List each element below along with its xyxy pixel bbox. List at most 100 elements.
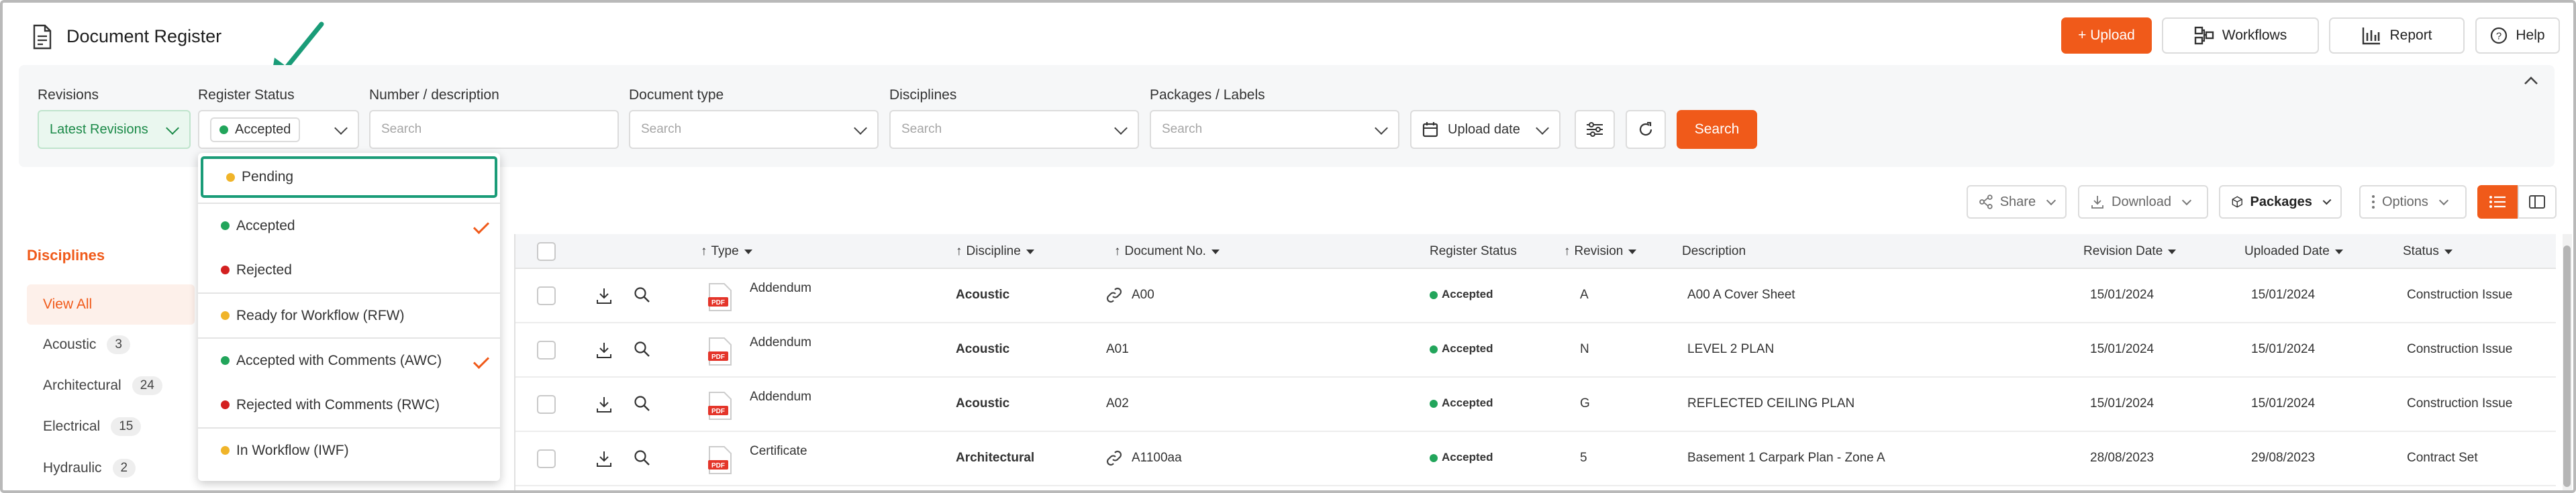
sidebar-title: Disciplines: [27, 247, 105, 264]
column-header-description[interactable]: Description: [1682, 234, 1746, 269]
status-chip-label: Accepted: [235, 121, 291, 137]
status-badge: Accepted: [1430, 451, 1493, 464]
collapse-chevron-icon[interactable]: [2523, 75, 2539, 86]
link-icon: [1106, 287, 1122, 303]
status-option-rwc[interactable]: Rejected with Comments (RWC): [198, 382, 500, 427]
more-vertical-icon: [2372, 195, 2375, 209]
scrollbar-thumb[interactable]: [2563, 245, 2571, 487]
report-button[interactable]: Report: [2329, 17, 2465, 54]
search-icon[interactable]: [634, 286, 651, 304]
pdf-file-icon: PDF: [708, 337, 732, 366]
status-option-pending[interactable]: Pending: [201, 156, 497, 198]
checkmark-icon: [473, 352, 490, 370]
list-icon: [2489, 196, 2506, 208]
search-button[interactable]: Search: [1677, 110, 1757, 149]
column-header-register-status[interactable]: Register Status: [1430, 234, 1517, 269]
column-header-revision[interactable]: ↑ Revision: [1564, 234, 1637, 269]
workflows-button[interactable]: Workflows: [2162, 17, 2319, 54]
revisions-value: Latest Revisions: [50, 121, 148, 137]
accepted-dot-icon: [1430, 345, 1438, 353]
row-checkbox[interactable]: [537, 286, 556, 305]
packages-button[interactable]: Packages: [2219, 185, 2342, 219]
sidebar-item-architectural[interactable]: Architectural 24: [27, 366, 195, 406]
checkmark-icon: [473, 217, 490, 235]
document-icon: [33, 24, 52, 50]
upload-button[interactable]: + Upload: [2061, 17, 2152, 54]
row-checkbox[interactable]: [537, 341, 556, 360]
page-title: Document Register: [66, 26, 222, 46]
help-label: Help: [2516, 28, 2545, 43]
pdf-file-icon: PDF: [708, 283, 732, 311]
column-header-revision-date[interactable]: Revision Date: [2083, 234, 2177, 269]
column-header-uploaded-date[interactable]: Uploaded Date: [2244, 234, 2343, 269]
number-description-input[interactable]: Search: [369, 110, 619, 149]
upload-date-select[interactable]: Upload date: [1410, 110, 1561, 149]
caret-down-icon: [744, 249, 752, 254]
help-button[interactable]: ? Help: [2475, 17, 2560, 54]
upload-date-label: Upload date: [1448, 121, 1520, 137]
revisions-select[interactable]: Latest Revisions: [38, 110, 191, 149]
pdf-file-icon: PDF: [708, 392, 732, 420]
accepted-dot-icon: [1430, 453, 1438, 462]
number-description-label: Number / description: [369, 87, 499, 103]
column-header-document-no[interactable]: ↑ Document No.: [1114, 234, 1220, 269]
column-header-type[interactable]: ↑ Type: [701, 234, 752, 269]
table-row[interactable]: PDF Addendum Acoustic A01 Accepted N LEV…: [515, 323, 2556, 378]
document-type-select[interactable]: Search: [629, 110, 879, 149]
workflow-icon: [2194, 26, 2214, 45]
svg-text:PDF: PDF: [711, 462, 725, 470]
reset-filters-button[interactable]: [1626, 110, 1666, 149]
sidebar-item-acoustic[interactable]: Acoustic 3: [27, 325, 195, 365]
svg-text:?: ?: [2496, 31, 2501, 42]
register-status-label: Register Status: [198, 87, 295, 103]
count-badge: 24: [132, 376, 162, 395]
split-view-toggle[interactable]: [2518, 185, 2557, 219]
pending-dot-icon: [226, 172, 235, 182]
search-icon[interactable]: [634, 449, 651, 467]
search-icon[interactable]: [634, 341, 651, 358]
download-icon[interactable]: [595, 286, 613, 305]
list-view-toggle[interactable]: [2477, 185, 2518, 219]
sort-arrow-icon: ↑: [1564, 244, 1571, 258]
status-badge: Accepted: [1430, 342, 1493, 355]
sidebar-item-electrical[interactable]: Electrical 15: [27, 406, 195, 447]
status-option-accepted[interactable]: Accepted: [198, 203, 500, 248]
status-badge: Accepted: [1430, 288, 1493, 301]
table-row[interactable]: PDF Addendum Acoustic A02 Accepted G REF…: [515, 378, 2556, 432]
table-row[interactable]: PDF Addendum Acoustic A00 Accepted A A00…: [515, 269, 2556, 323]
sidebar-item-hydraulic[interactable]: Hydraulic 2: [27, 448, 195, 488]
download-icon[interactable]: [595, 395, 613, 414]
select-all-checkbox[interactable]: [537, 242, 556, 261]
column-header-discipline[interactable]: ↑ Discipline: [956, 234, 1034, 269]
share-button[interactable]: Share: [1967, 185, 2067, 219]
status-option-rfw[interactable]: Ready for Workflow (RFW): [198, 292, 500, 337]
revisions-label: Revisions: [38, 87, 99, 103]
search-icon[interactable]: [634, 395, 651, 413]
disciplines-select[interactable]: Search: [889, 110, 1139, 149]
chevron-down-icon: [1375, 121, 1388, 135]
caret-down-icon: [2444, 249, 2453, 254]
count-badge: 3: [107, 335, 130, 354]
rejected-dot-icon: [221, 266, 230, 274]
download-icon[interactable]: [595, 449, 613, 468]
packages-labels-select[interactable]: Search: [1150, 110, 1399, 149]
download-button[interactable]: Download: [2078, 185, 2208, 219]
filter-settings-button[interactable]: [1575, 110, 1615, 149]
status-option-iwf[interactable]: In Workflow (IWF): [198, 427, 500, 472]
row-checkbox[interactable]: [537, 449, 556, 468]
calendar-icon: [1422, 122, 1438, 138]
share-label: Share: [1999, 194, 2036, 209]
status-option-rejected[interactable]: Rejected: [198, 248, 500, 292]
download-icon[interactable]: [595, 341, 613, 360]
sidebar-item-label: Architectural: [43, 378, 121, 393]
row-checkbox[interactable]: [537, 395, 556, 414]
share-icon: [1979, 195, 1993, 209]
register-status-dropdown: Pending Accepted Rejected Ready for Work…: [198, 153, 500, 481]
register-status-select[interactable]: Accepted: [198, 110, 359, 149]
status-option-awc[interactable]: Accepted with Comments (AWC): [198, 337, 500, 382]
sidebar-item-view-all[interactable]: View All: [27, 284, 195, 325]
column-header-status[interactable]: Status: [2403, 234, 2453, 269]
options-button[interactable]: Options: [2359, 185, 2467, 219]
accepted-dot-icon: [1430, 290, 1438, 299]
table-row[interactable]: PDF Certificate Architectural A1100aa Ac…: [515, 432, 2556, 486]
